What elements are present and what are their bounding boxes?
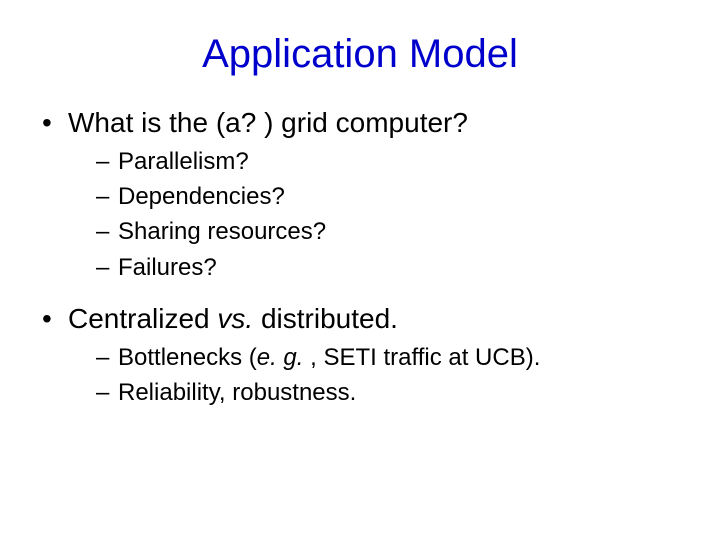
sub1-italic: e. g. — [257, 344, 304, 371]
bullet2-italic: vs. — [217, 303, 253, 334]
bullet-centralized-vs-distributed: Centralized vs. distributed. — [40, 301, 680, 336]
slide: Application Model What is the (a? ) grid… — [0, 0, 720, 540]
sub-bullet-dependencies: Dependencies? — [96, 181, 680, 212]
bullet-grid-computer: What is the (a? ) grid computer? — [40, 105, 680, 140]
sub-bullet-bottlenecks: Bottlenecks (e. g. , SETI traffic at UCB… — [96, 342, 680, 373]
slide-title: Application Model — [40, 32, 680, 77]
bullet2-pre: Centralized — [68, 303, 217, 334]
sub-bullets-group-1: Parallelism? Dependencies? Sharing resou… — [96, 146, 680, 283]
sub-bullet-sharing: Sharing resources? — [96, 216, 680, 247]
sub-bullet-failures: Failures? — [96, 252, 680, 283]
bullet2-post: distributed. — [253, 303, 398, 334]
sub-bullets-group-2: Bottlenecks (e. g. , SETI traffic at UCB… — [96, 342, 680, 408]
sub-bullet-reliability: Reliability, robustness. — [96, 377, 680, 408]
sub1-pre: Bottlenecks ( — [118, 344, 257, 371]
sub1-post: , SETI traffic at UCB). — [303, 344, 540, 371]
sub-bullet-parallelism: Parallelism? — [96, 146, 680, 177]
